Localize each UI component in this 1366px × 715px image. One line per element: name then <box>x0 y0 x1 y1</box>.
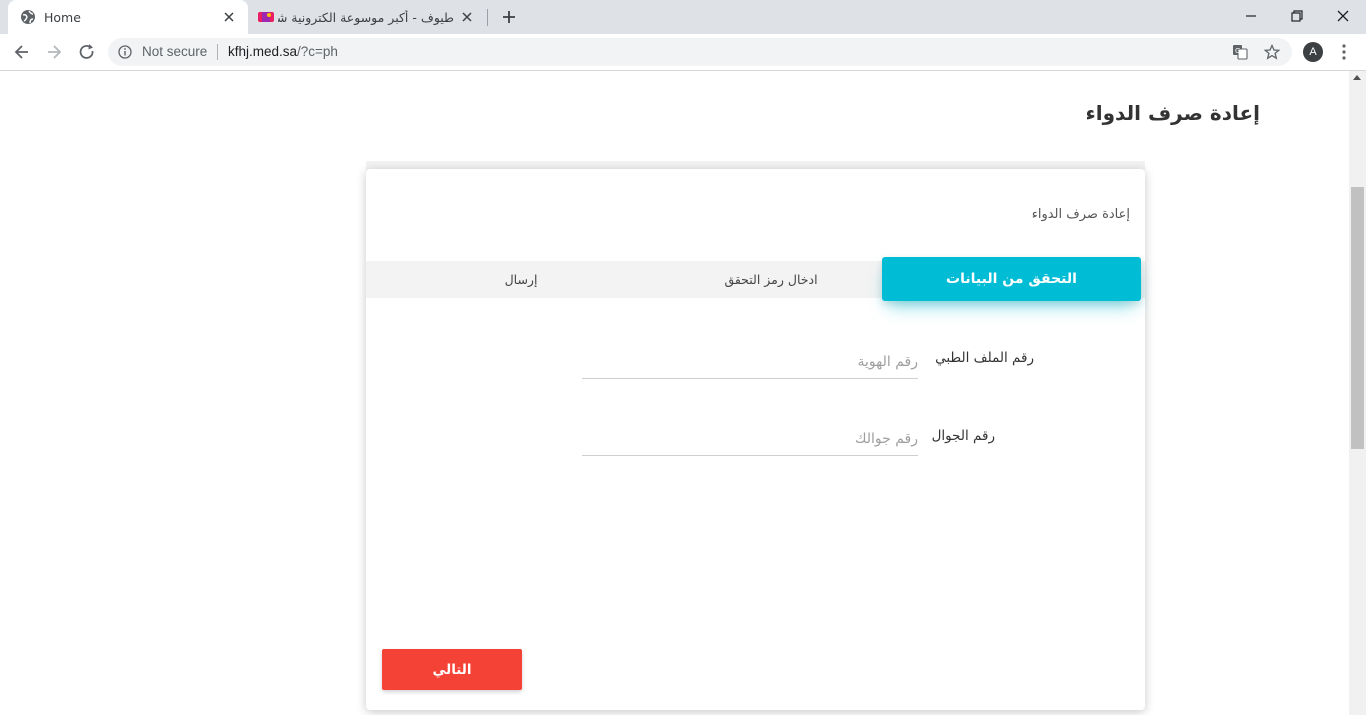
minimize-icon[interactable] <box>1241 6 1261 26</box>
address-bar[interactable]: Not secure kfhj.med.sa/?c=ph G <box>108 38 1292 66</box>
step-send[interactable]: إرسال <box>426 261 616 298</box>
mobile-label: رقم الجوال <box>931 428 995 444</box>
page-scrollbar[interactable] <box>1349 71 1366 715</box>
refill-card: إعادة صرف الدواء إرسال ادخال رمز التحقق … <box>366 169 1145 710</box>
info-icon[interactable] <box>118 45 132 59</box>
card-heading: إعادة صرف الدواء <box>1031 207 1130 222</box>
next-button[interactable]: التالي <box>382 649 522 690</box>
svg-text:G: G <box>1235 47 1240 55</box>
page-title: إعادة صرف الدواء <box>1085 101 1260 125</box>
stepper: إرسال ادخال رمز التحقق التحقق من البيانا… <box>366 257 1145 301</box>
globe-icon <box>21 10 35 24</box>
forward-arrow-icon[interactable] <box>44 42 64 62</box>
mobile-input[interactable] <box>582 426 918 456</box>
url-host: kfhj.med.sa <box>228 44 298 59</box>
scroll-up-arrow-icon[interactable] <box>1353 75 1361 80</box>
back-arrow-icon[interactable] <box>12 42 32 62</box>
step-enter-code[interactable]: ادخال رمز التحقق <box>676 261 866 298</box>
new-tab-icon[interactable] <box>500 8 518 26</box>
tab-strip: Home طيوف - أكبر موسوعة الكترونية شاملة <box>0 0 1366 34</box>
tab-title: طيوف - أكبر موسوعة الكترونية شاملة <box>278 10 454 25</box>
reload-icon[interactable] <box>77 42 97 62</box>
url-path: /?c=ph <box>297 44 338 59</box>
tab-home[interactable]: Home <box>8 0 248 34</box>
step-verify-data[interactable]: التحقق من البيانات <box>882 257 1141 301</box>
close-window-icon[interactable] <box>1333 6 1353 26</box>
security-label[interactable]: Not secure <box>142 44 207 59</box>
tab-separator <box>487 9 488 26</box>
scrollbar-thumb[interactable] <box>1351 187 1364 449</box>
tab-title: Home <box>44 10 81 25</box>
browser-toolbar: Not secure kfhj.med.sa/?c=ph G A <box>0 34 1366 71</box>
menu-dots-icon[interactable] <box>1336 43 1352 61</box>
profile-avatar[interactable]: A <box>1303 42 1323 62</box>
close-tab-icon[interactable] <box>460 10 474 24</box>
site-logo-icon <box>258 12 274 22</box>
close-tab-icon[interactable] <box>222 10 236 24</box>
url-text[interactable]: kfhj.med.sa/?c=ph <box>228 44 338 59</box>
restore-icon[interactable] <box>1287 6 1307 26</box>
page-viewport: إعادة صرف الدواء إعادة صرف الدواء إرسال … <box>0 71 1349 715</box>
medical-file-label: رقم الملف الطبي <box>935 350 1034 366</box>
omnibox-divider <box>217 44 218 60</box>
bookmark-star-icon[interactable] <box>1264 44 1280 60</box>
translate-icon[interactable]: G <box>1232 44 1248 60</box>
id-number-input[interactable] <box>582 349 918 379</box>
tab-tuyoof[interactable]: طيوف - أكبر موسوعة الكترونية شاملة <box>250 0 486 34</box>
